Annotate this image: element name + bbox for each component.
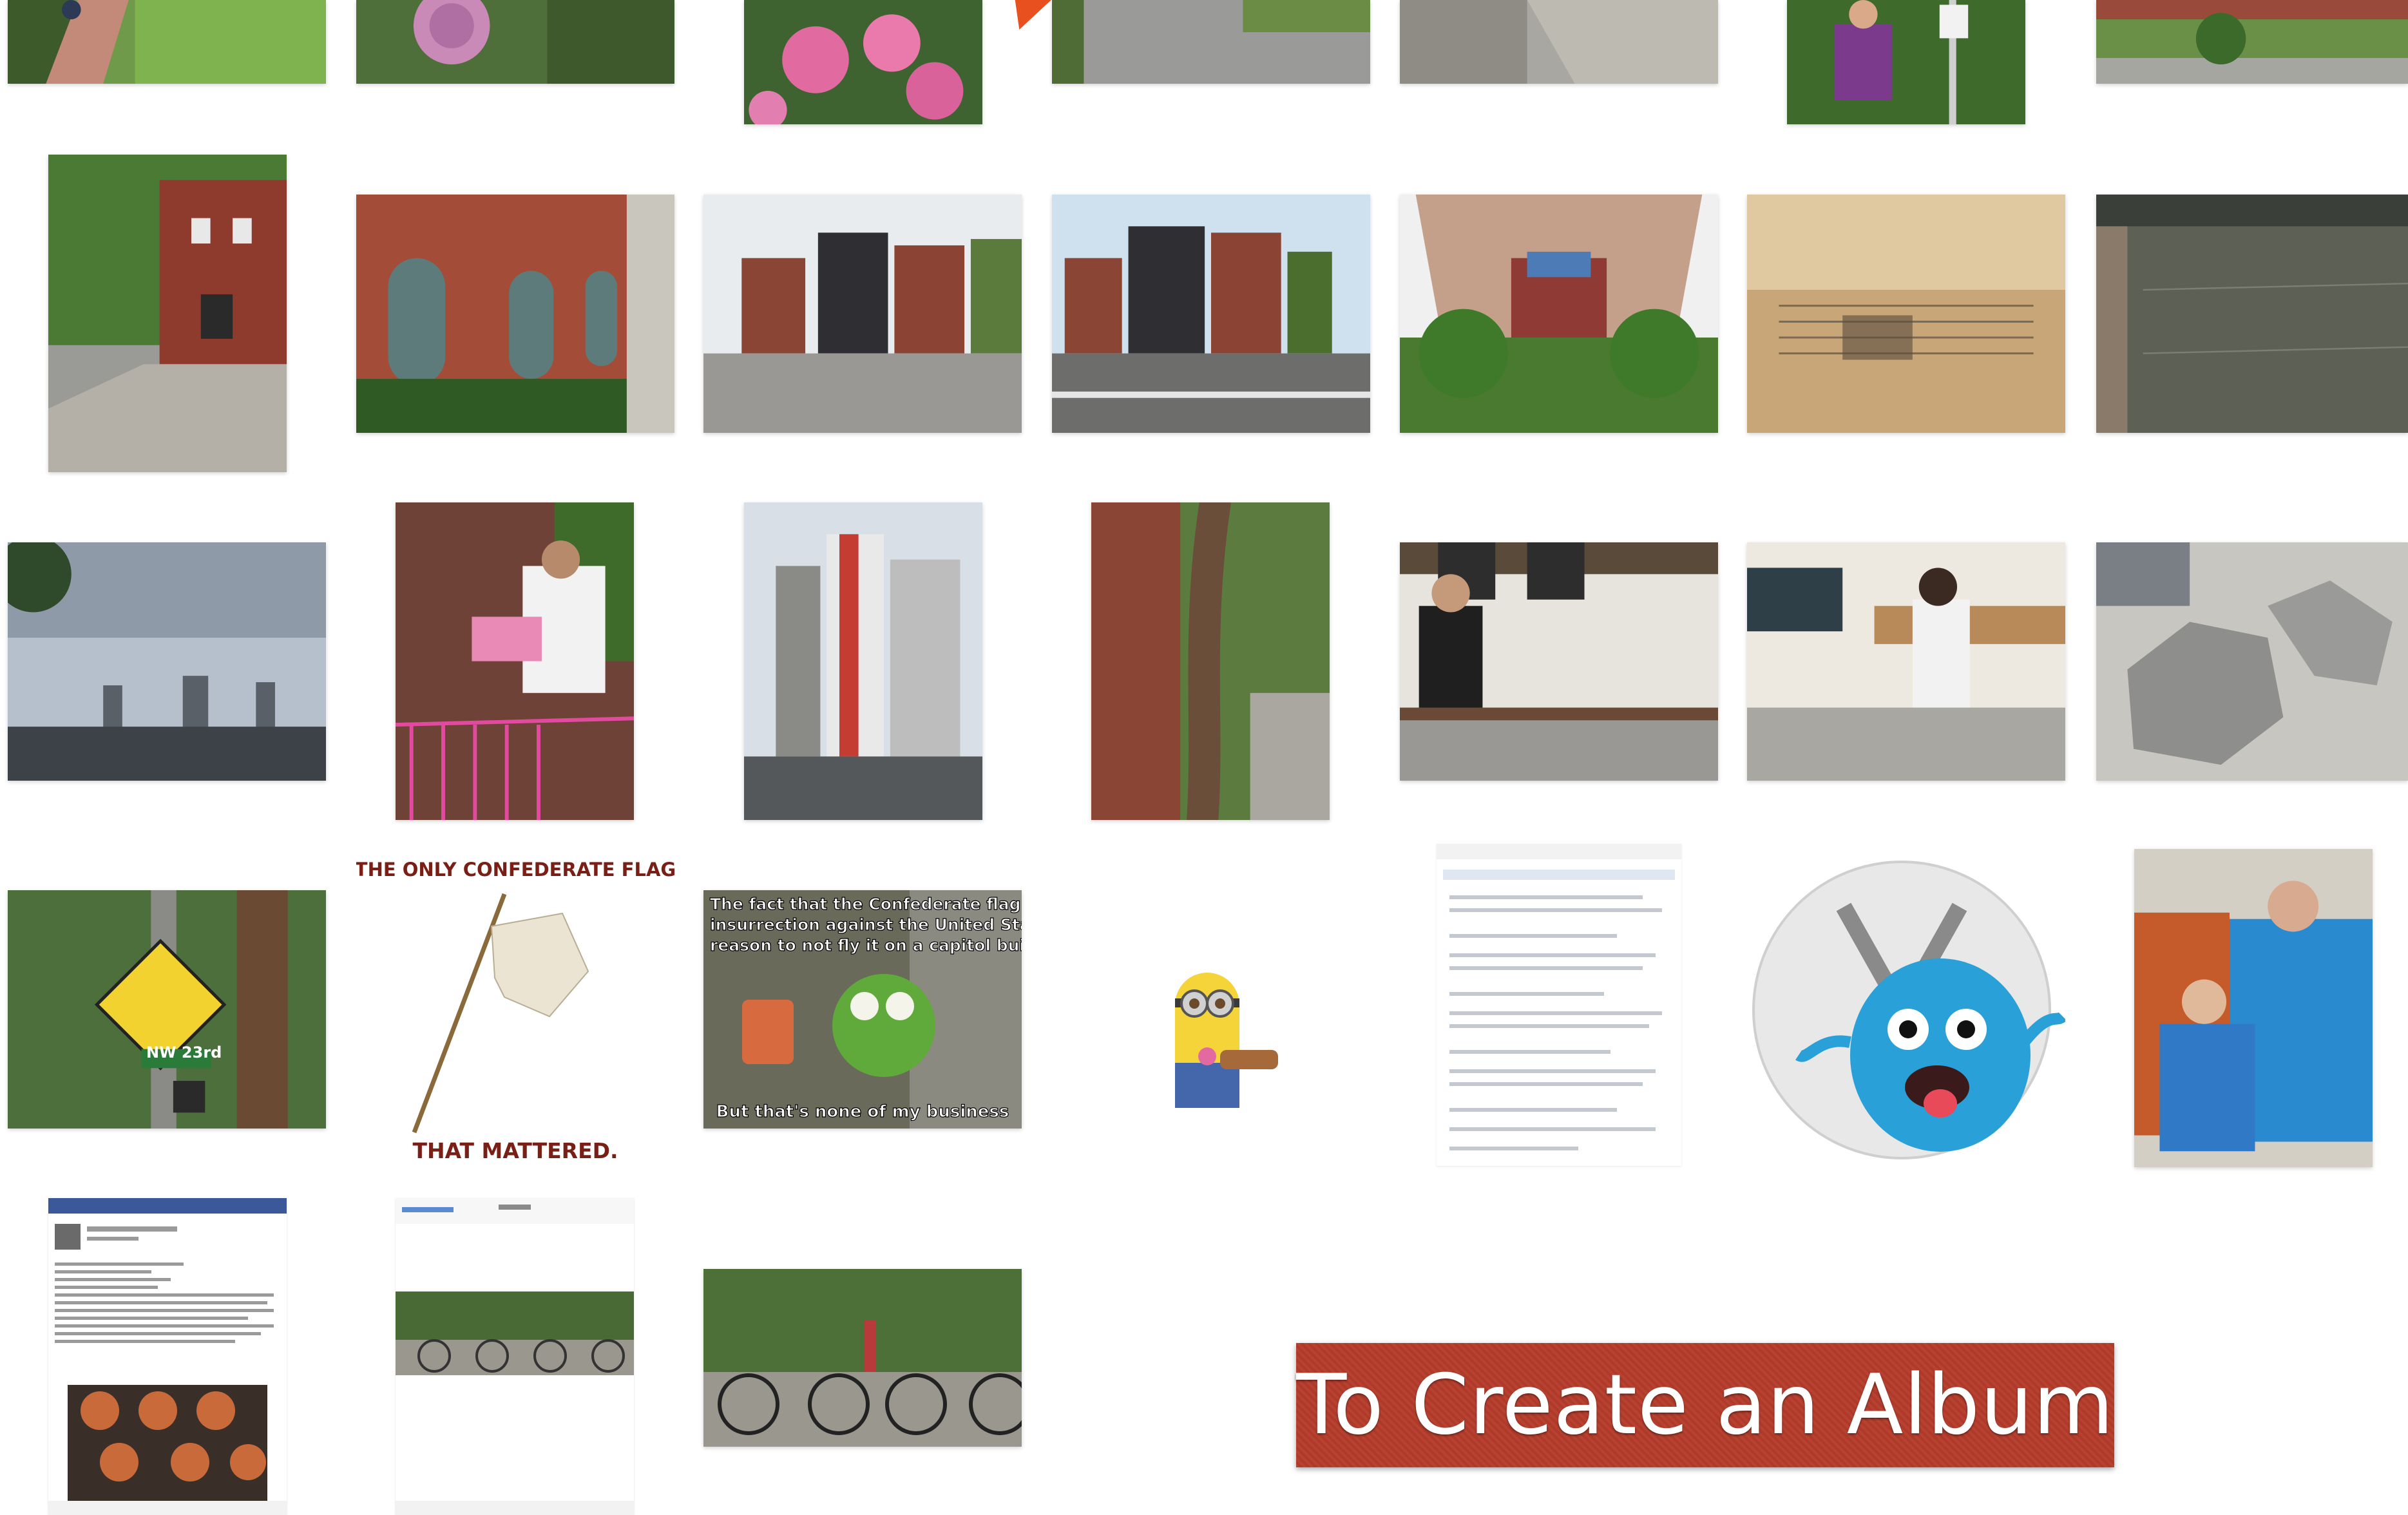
photo-thumbnail[interactable] bbox=[356, 0, 674, 84]
photo-thumbnail[interactable] bbox=[48, 155, 287, 472]
photo-thumbnail[interactable] bbox=[1052, 0, 1370, 84]
meme-top-text: insurrection against the United States i… bbox=[710, 915, 1022, 934]
photo-thumbnail[interactable] bbox=[1747, 849, 2065, 1167]
photo-thumbnail[interactable] bbox=[2134, 849, 2373, 1167]
meme-bottom-text: But that's none of my business bbox=[716, 1102, 1009, 1121]
photo-thumbnail[interactable] bbox=[8, 0, 326, 84]
photo-thumbnail[interactable] bbox=[8, 542, 326, 781]
photo-thumbnail[interactable] bbox=[1052, 195, 1370, 433]
meme-bottom-text: THAT MATTERED. bbox=[412, 1138, 618, 1163]
photo-thumbnail[interactable] bbox=[396, 502, 634, 820]
meme-top-text: reason to not fly it on a capitol buildi… bbox=[710, 936, 1022, 955]
album-title: To Create an Album bbox=[1296, 1357, 2114, 1453]
photo-thumbnail[interactable] bbox=[703, 1269, 1022, 1447]
photo-thumbnail[interactable] bbox=[48, 1198, 287, 1515]
photo-thumbnail[interactable]: NW 23rd bbox=[8, 890, 326, 1129]
photo-thumbnail[interactable]: THE ONLY CONFEDERATE FLAG THAT MATTERED. bbox=[356, 849, 674, 1167]
photo-thumbnail[interactable] bbox=[1747, 542, 2065, 781]
photo-thumbnail[interactable] bbox=[1437, 844, 1681, 1166]
selection-marker bbox=[1001, 0, 1051, 30]
photo-thumbnail[interactable] bbox=[2096, 542, 2408, 781]
meme-top-text: The fact that the Confederate flag repre… bbox=[710, 895, 1022, 913]
street-sign-label: NW 23rd bbox=[146, 1043, 222, 1062]
album-title-banner: To Create an Album bbox=[1296, 1343, 2114, 1467]
photo-thumbnail[interactable] bbox=[1747, 195, 2065, 433]
photo-thumbnail[interactable] bbox=[744, 0, 982, 124]
photo-thumbnail[interactable] bbox=[356, 195, 674, 433]
photo-thumbnail[interactable] bbox=[744, 502, 982, 820]
photo-thumbnail[interactable] bbox=[2096, 0, 2408, 84]
photo-thumbnail[interactable] bbox=[1091, 934, 1330, 1153]
photo-thumbnail[interactable] bbox=[1400, 0, 1718, 84]
meme-top-text: THE ONLY CONFEDERATE FLAG bbox=[356, 859, 674, 881]
photo-thumbnail[interactable] bbox=[396, 1198, 634, 1515]
photo-thumbnail[interactable] bbox=[1400, 195, 1718, 433]
photo-thumbnail[interactable] bbox=[1400, 542, 1718, 781]
photo-thumbnail[interactable] bbox=[703, 195, 1022, 433]
photo-thumbnail[interactable] bbox=[1091, 502, 1330, 820]
photos-slide: { "banner": { "title": "To Create an Alb… bbox=[0, 0, 2408, 1515]
photo-thumbnail[interactable] bbox=[1787, 0, 2025, 124]
photo-thumbnail[interactable] bbox=[2096, 195, 2408, 433]
photo-thumbnail[interactable]: The fact that the Confederate flag repre… bbox=[703, 890, 1022, 1129]
